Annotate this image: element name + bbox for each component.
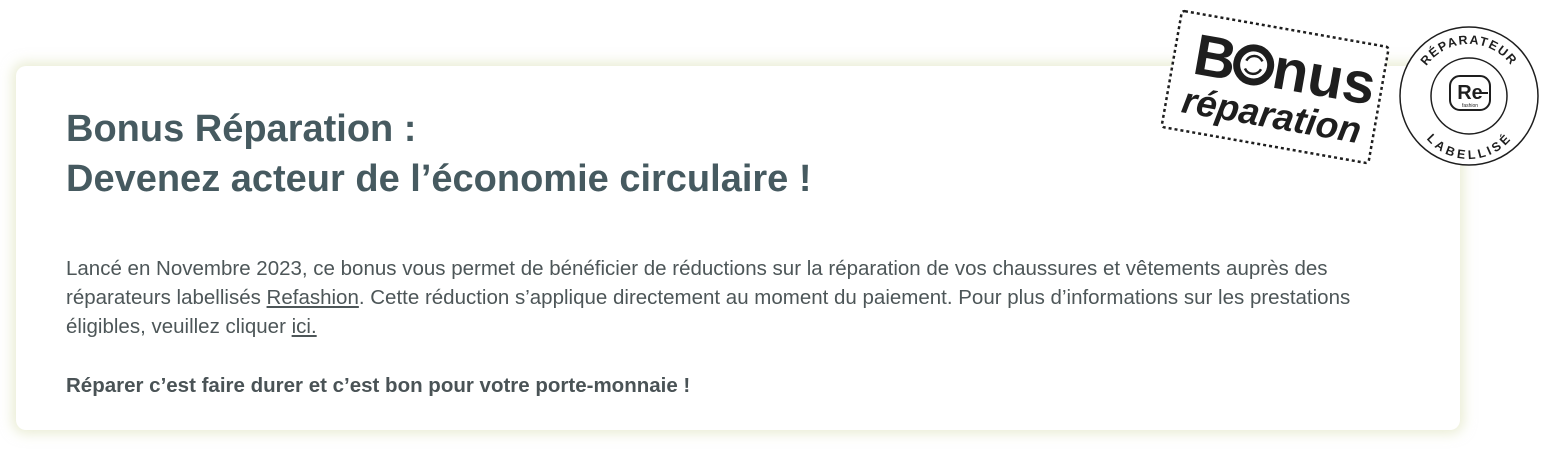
title-line-2: Devenez acteur de l’économie circulaire … [66,158,812,200]
refashion-seal: RÉPARATEUR LABELLISÉ Re fashion [1399,26,1539,166]
title-line-1: Bonus Réparation : [66,108,417,150]
bonus-stamp: B nus réparation [1160,9,1390,165]
seal-logo-sub: fashion [1462,103,1478,109]
bonus-badge: B nus réparation RÉPARATEUR LABELLISÉ Re… [1150,8,1548,178]
tagline: Réparer c’est faire durer et c’est bon p… [66,374,691,397]
page: Bonus Réparation : Devenez acteur de l’é… [0,0,1548,462]
intro-paragraph: Lancé en Novembre 2023, ce bonus vous pe… [66,254,1426,341]
seal-logo-text: Re [1457,82,1483,104]
refashion-link[interactable]: Refashion [267,286,359,309]
page-title: Bonus Réparation : Devenez acteur de l’é… [66,104,812,204]
info-here-link[interactable]: ici. [292,315,317,338]
bonus-badge-graphic: B nus réparation RÉPARATEUR LABELLISÉ Re… [1160,9,1539,166]
